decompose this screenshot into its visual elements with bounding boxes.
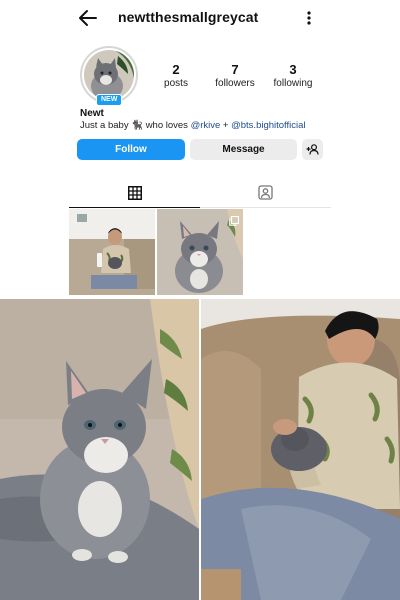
multiple-photos-icon (229, 213, 240, 231)
top-bar: newtthesmallgreycat (0, 0, 400, 36)
large-photo-man-with-cat[interactable] (201, 299, 400, 600)
posts-label: posts (164, 78, 188, 89)
suggest-users-button[interactable] (302, 139, 323, 160)
following-label: following (273, 78, 313, 89)
stat-followers[interactable]: 7 followers (205, 62, 265, 90)
follow-button[interactable]: Follow (77, 139, 185, 160)
followers-count: 7 (231, 62, 239, 77)
bio-joiner: + (220, 120, 232, 131)
bio: Just a baby 🐈‍⬛ who loves @rkive + @bts.… (80, 120, 306, 131)
bio-mention-bts[interactable]: @bts.bighitofficial (231, 120, 305, 131)
following-count: 3 (289, 62, 297, 77)
back-arrow-icon[interactable] (78, 9, 98, 27)
man-holding-cat-image (201, 299, 400, 600)
tagged-icon (258, 185, 273, 200)
display-name: Newt (80, 108, 104, 119)
new-badge: NEW (96, 94, 123, 106)
tab-tagged[interactable] (200, 178, 331, 208)
message-button[interactable]: Message (190, 139, 297, 160)
post-photo-man-with-cat (69, 209, 155, 295)
bio-mention-rkive[interactable]: @rkive (191, 120, 221, 131)
profile-username: newtthesmallgreycat (118, 9, 259, 25)
stat-following[interactable]: 3 following (263, 62, 323, 90)
grid-icon (127, 185, 142, 200)
avatar-cat-photo (84, 50, 134, 100)
kitten-on-couch-image (0, 299, 199, 600)
grid-post-2[interactable] (157, 209, 243, 295)
stat-posts[interactable]: 2 posts (146, 62, 206, 90)
profile-tabs (69, 178, 331, 208)
posts-count: 2 (172, 62, 180, 77)
large-photo-kitten[interactable] (0, 299, 199, 600)
tab-posts-grid[interactable] (69, 178, 200, 208)
bio-text: Just a baby 🐈‍⬛ who loves (80, 120, 191, 131)
more-options-icon[interactable] (304, 9, 314, 27)
grid-post-1[interactable] (69, 209, 155, 295)
profile-avatar[interactable]: NEW (80, 46, 138, 106)
add-user-icon (306, 144, 319, 155)
followers-label: followers (215, 78, 255, 89)
